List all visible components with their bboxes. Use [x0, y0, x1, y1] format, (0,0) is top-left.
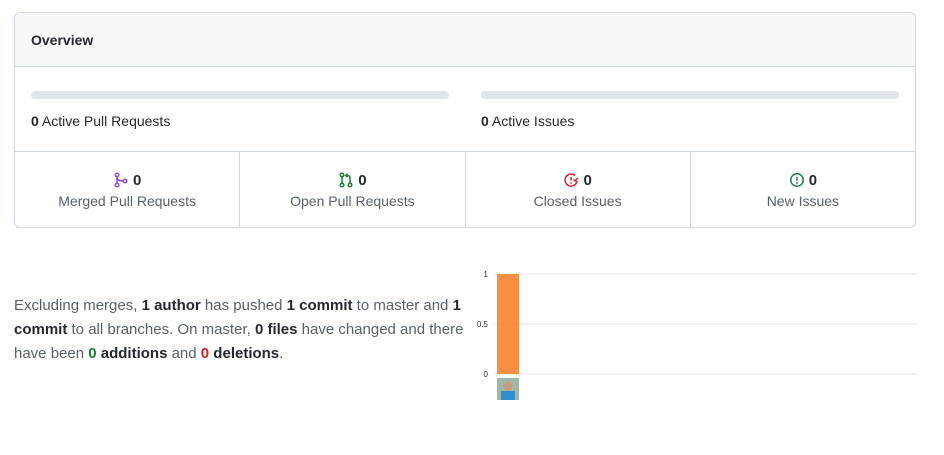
active-pull-requests-section: 0 Active Pull Requests — [15, 67, 465, 151]
open-pull-requests-label: Open Pull Requests — [290, 192, 415, 209]
active-issues-section: 0 Active Issues — [465, 67, 915, 151]
contributors-chart-svg: 00.51 — [477, 270, 918, 400]
summary-files: 0 files — [254, 321, 298, 338]
active-issues-label: Active Issues — [491, 113, 575, 129]
active-pull-requests-link[interactable]: 0 Active Pull Requests — [31, 113, 449, 129]
open-pull-requests-stat[interactable]: 0 Open Pull Requests — [240, 152, 466, 227]
summary-text-6: and — [167, 345, 201, 362]
summary-additions-word: additions — [96, 345, 168, 362]
stats-row: 0 Merged Pull Requests 0 Open Pull Reque… — [15, 152, 915, 227]
active-pull-requests-count: 0 — [31, 113, 39, 129]
summary-text-7: . — [279, 345, 284, 362]
merged-pull-requests-stat[interactable]: 0 Merged Pull Requests — [15, 152, 241, 227]
active-pull-requests-label: Active Pull Requests — [41, 113, 171, 129]
commit-summary: Excluding merges, 1 author has pushed 1 … — [14, 294, 469, 366]
summary-deletions-word: deletions — [209, 345, 280, 362]
summary-deletions-count: 0 — [200, 345, 210, 362]
summary-text-1: Excluding merges, — [14, 297, 142, 314]
active-pull-requests-bar — [31, 91, 449, 99]
contributors-chart: 0 0.5 1 — [470, 264, 920, 409]
new-issues-count: 0 — [808, 171, 818, 189]
new-issues-label: New Issues — [766, 192, 840, 209]
summary-authors-link[interactable]: 1 author — [142, 297, 201, 314]
git-pull-request-icon — [338, 172, 354, 188]
closed-issues-count: 0 — [583, 171, 592, 189]
closed-issues-label: Closed Issues — [533, 192, 622, 209]
y-tick-label: 0.5 — [477, 320, 489, 329]
new-issues-stat[interactable]: 0 New Issues — [691, 152, 915, 227]
chart-bar[interactable] — [497, 274, 519, 374]
issue-opened-icon — [789, 172, 805, 188]
git-merge-icon — [113, 172, 129, 188]
progress-row: 0 Active Pull Requests 0 Active Issues — [15, 67, 915, 152]
active-issues-link[interactable]: 0 Active Issues — [481, 113, 899, 129]
issue-closed-icon — [563, 172, 579, 188]
summary-commits-master: 1 commit — [286, 297, 353, 314]
closed-issues-stat[interactable]: 0 Closed Issues — [466, 152, 691, 227]
y-tick-label: 1 — [484, 270, 489, 279]
summary-text-3: to master and — [352, 297, 453, 314]
merged-pull-requests-label: Merged Pull Requests — [58, 192, 196, 209]
active-issues-count: 0 — [481, 113, 489, 129]
summary-additions-count: 0 — [88, 345, 97, 362]
active-issues-bar — [481, 91, 899, 99]
open-pull-requests-count: 0 — [358, 171, 367, 189]
overview-title: Overview — [31, 31, 94, 48]
author-avatar-icon[interactable] — [497, 378, 519, 400]
overview-header: Overview — [15, 13, 915, 67]
summary-text-2: has pushed — [200, 297, 287, 314]
merged-pull-requests-count: 0 — [132, 171, 142, 189]
summary-text-4: to all branches. On master, — [67, 321, 255, 338]
y-tick-label: 0 — [484, 370, 489, 379]
overview-panel: Overview 0 Active Pull Requests 0 Active… — [14, 12, 916, 228]
